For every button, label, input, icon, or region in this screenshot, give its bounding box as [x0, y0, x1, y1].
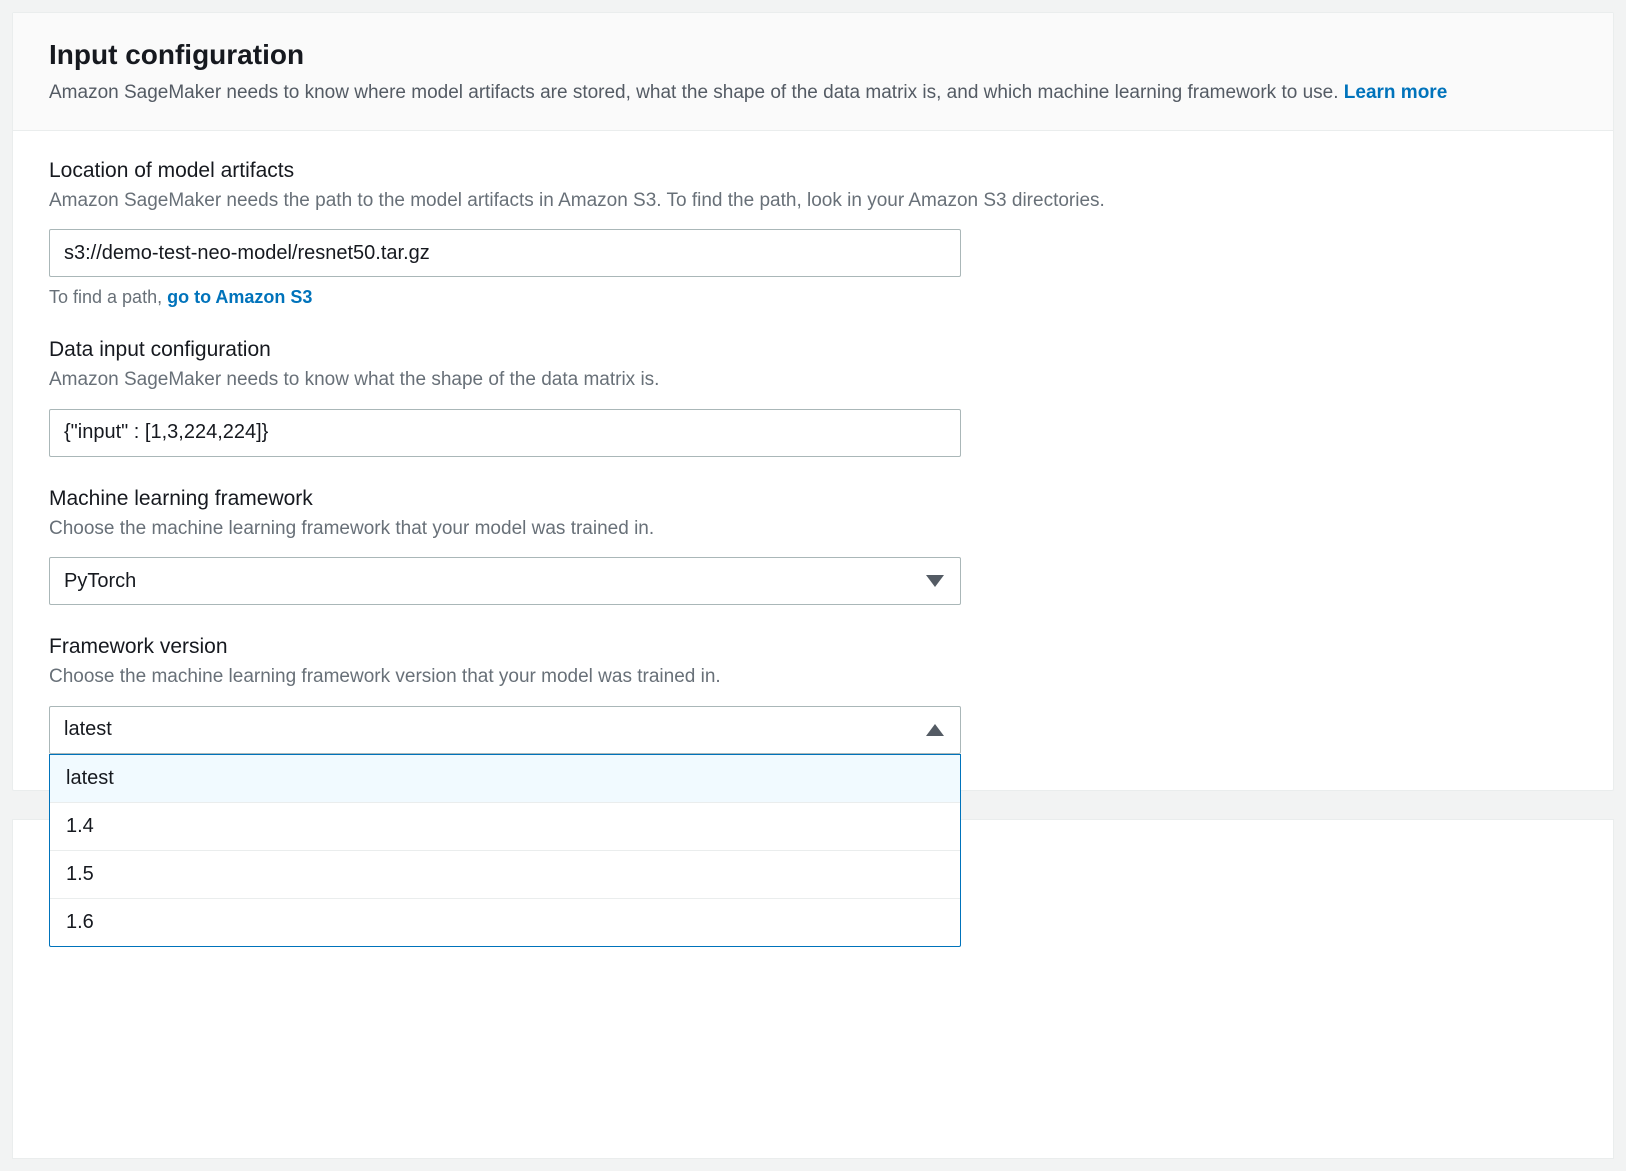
version-select[interactable]: latest — [49, 706, 961, 754]
artifacts-below-hint: To find a path, go to Amazon S3 — [49, 287, 1577, 308]
version-dropdown: latest latest1.41.51.6 — [49, 706, 961, 754]
artifacts-below-hint-text: To find a path, — [49, 287, 167, 307]
framework-label: Machine learning framework — [49, 487, 1577, 511]
caret-up-icon — [926, 724, 944, 736]
artifacts-input[interactable] — [49, 229, 961, 277]
framework-select-value: PyTorch — [64, 570, 136, 593]
input-configuration-panel: Input configuration Amazon SageMaker nee… — [12, 12, 1614, 791]
version-hint: Choose the machine learning framework ve… — [49, 663, 1577, 692]
panel-body: Location of model artifacts Amazon SageM… — [13, 131, 1613, 790]
panel-description: Amazon SageMaker needs to know where mod… — [49, 79, 1577, 108]
learn-more-link[interactable]: Learn more — [1344, 82, 1447, 103]
version-label: Framework version — [49, 635, 1577, 659]
artifacts-field: Location of model artifacts Amazon SageM… — [49, 159, 1577, 309]
caret-down-icon — [926, 575, 944, 587]
version-option[interactable]: latest — [50, 755, 960, 803]
data-input-input[interactable] — [49, 409, 961, 457]
panel-title: Input configuration — [49, 37, 1577, 73]
framework-hint: Choose the machine learning framework th… — [49, 515, 1577, 544]
data-input-hint: Amazon SageMaker needs to know what the … — [49, 366, 1577, 395]
artifacts-label: Location of model artifacts — [49, 159, 1577, 183]
version-field: Framework version Choose the machine lea… — [49, 635, 1577, 754]
go-to-s3-link[interactable]: go to Amazon S3 — [167, 287, 312, 307]
version-select-value: latest — [64, 718, 112, 741]
panel-description-text: Amazon SageMaker needs to know where mod… — [49, 82, 1339, 103]
version-option[interactable]: 1.4 — [50, 803, 960, 851]
artifacts-hint: Amazon SageMaker needs the path to the m… — [49, 187, 1577, 216]
data-input-field: Data input configuration Amazon SageMake… — [49, 338, 1577, 457]
framework-field: Machine learning framework Choose the ma… — [49, 487, 1577, 606]
panel-header: Input configuration Amazon SageMaker nee… — [13, 13, 1613, 131]
framework-select[interactable]: PyTorch — [49, 557, 961, 605]
data-input-label: Data input configuration — [49, 338, 1577, 362]
version-option[interactable]: 1.5 — [50, 851, 960, 899]
version-option[interactable]: 1.6 — [50, 899, 960, 946]
version-dropdown-list: latest1.41.51.6 — [49, 754, 961, 947]
